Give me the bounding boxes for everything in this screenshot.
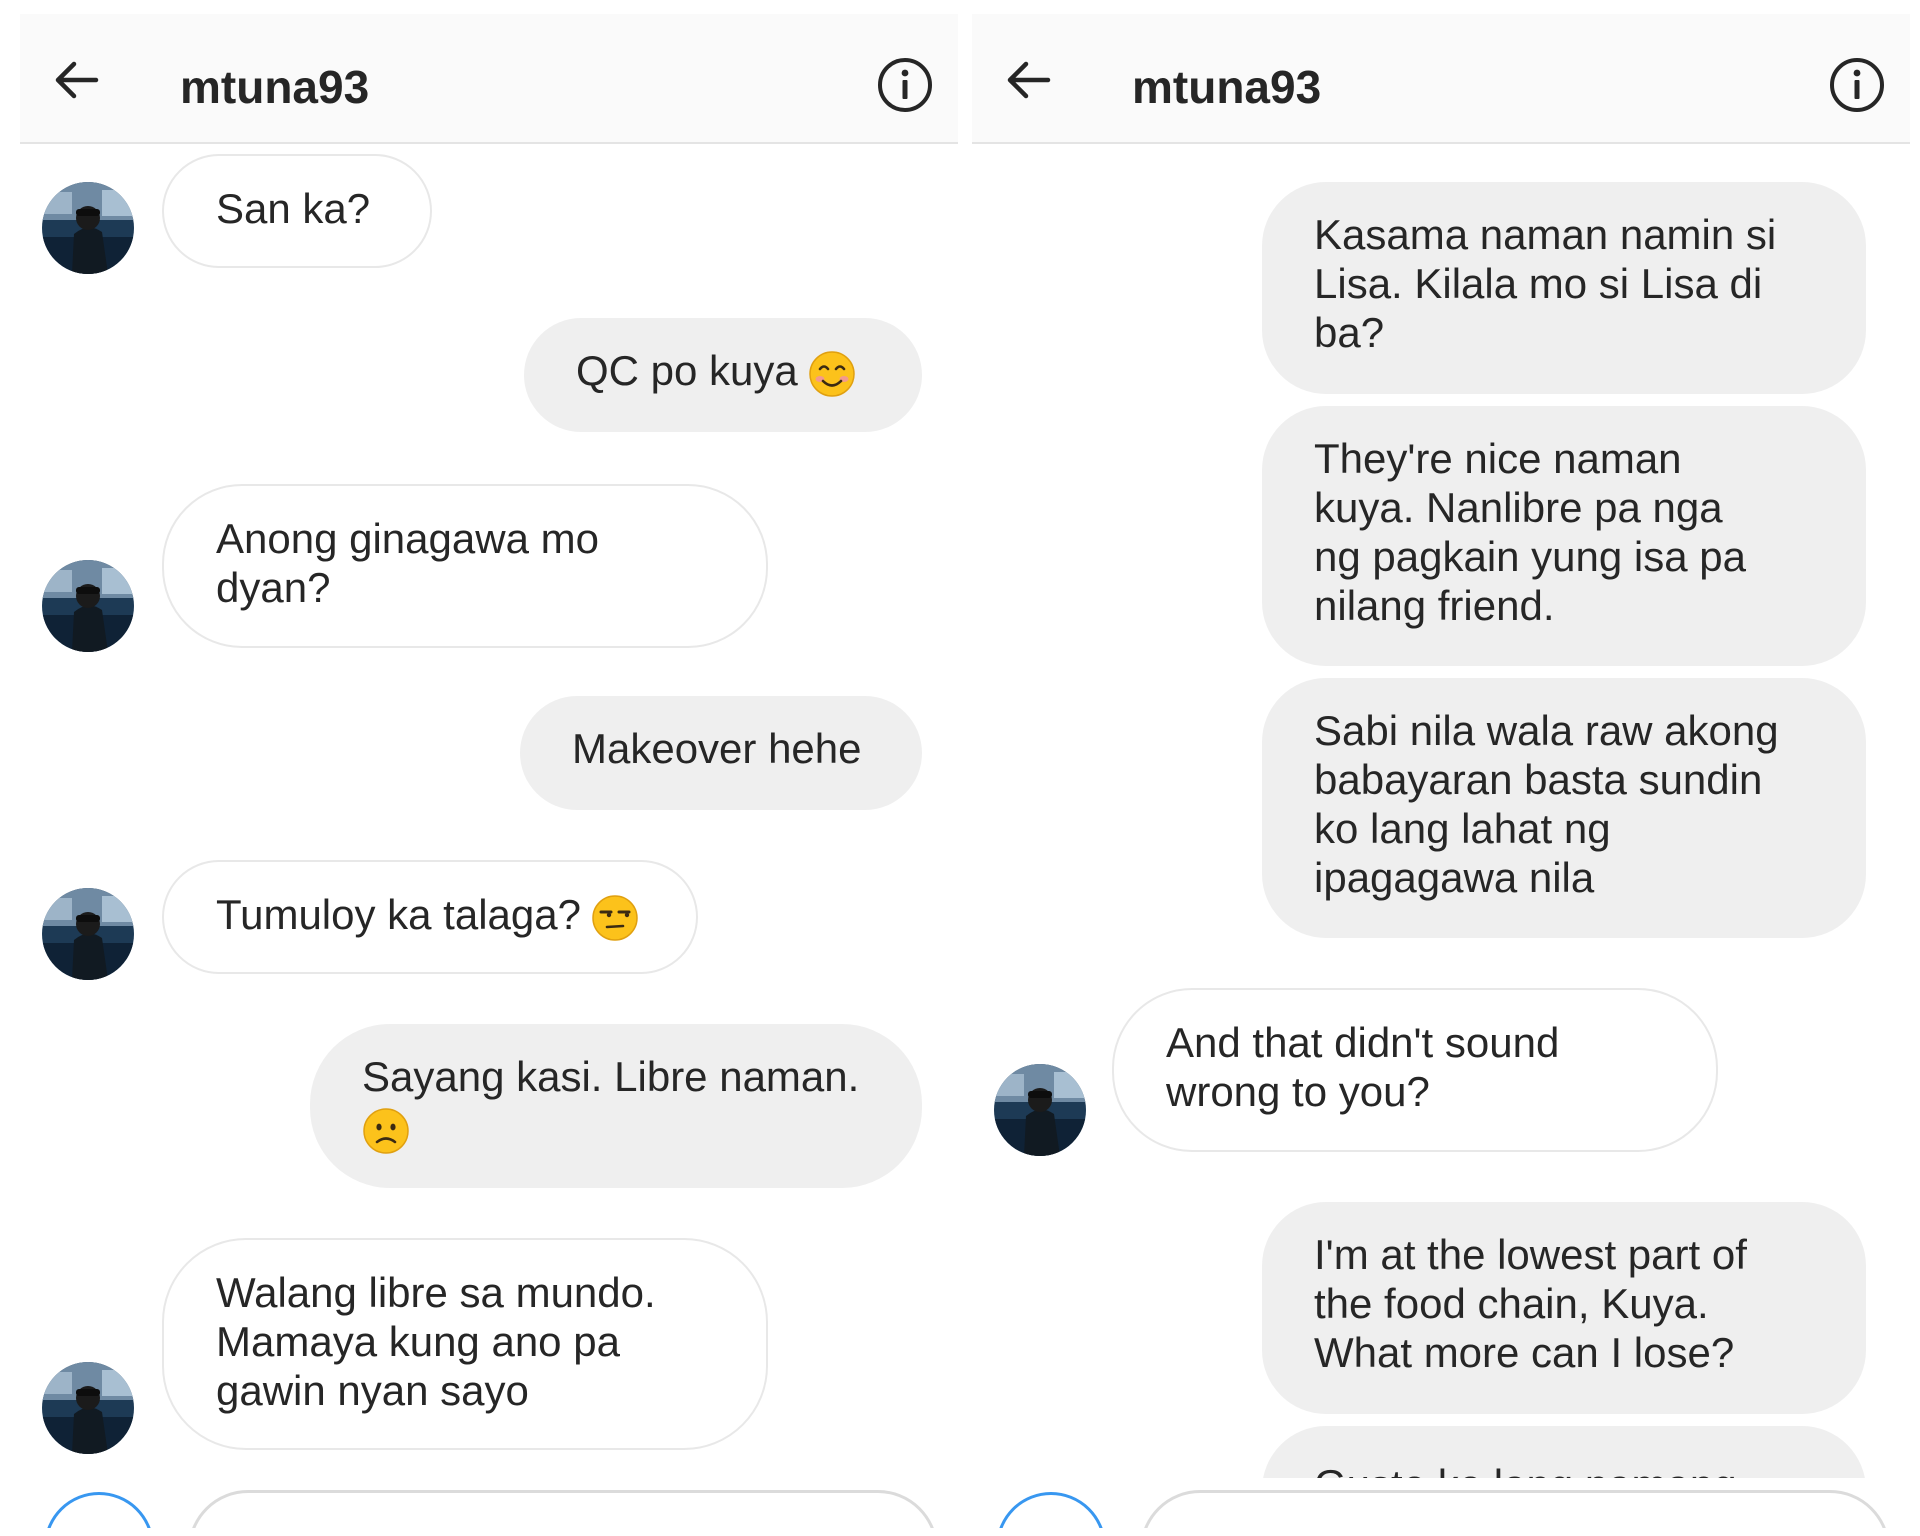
chat-username[interactable]: mtuna93: [180, 60, 369, 114]
message-text: Gusto ko lang namang: [1314, 1461, 1737, 1478]
message-clip: Gusto ko lang namang: [1262, 1426, 1866, 1478]
camera-button[interactable]: [44, 1492, 154, 1528]
message-bubble-incoming: Walang libre sa mundo. Mamaya kung ano p…: [162, 1238, 768, 1450]
camera-button[interactable]: [996, 1492, 1106, 1528]
message-text: And that didn't sound wrong to you?: [1166, 1019, 1560, 1115]
back-arrow-icon[interactable]: [50, 54, 102, 106]
message-input[interactable]: [188, 1490, 938, 1528]
message-text: Tumuloy ka talaga?: [216, 891, 581, 938]
message-bubble-incoming: And that didn't sound wrong to you?: [1112, 988, 1718, 1152]
avatar[interactable]: [42, 888, 134, 980]
chat-panel-right: mtuna93 Kasama naman namin si Lisa. Kila…: [972, 0, 1910, 1536]
info-icon[interactable]: [876, 56, 934, 114]
message-text: QC po kuya: [576, 347, 798, 394]
message-text: Sayang kasi. Libre naman.: [362, 1053, 860, 1100]
message-text: I'm at the lowest part of the food chain…: [1314, 1231, 1747, 1376]
message-text: Sabi nila wala raw akong babayaran basta…: [1314, 707, 1779, 901]
message-text: They're nice naman kuya. Nanlibre pa nga…: [1314, 435, 1746, 629]
smiling-face-icon: [808, 350, 856, 398]
avatar[interactable]: [42, 1362, 134, 1454]
message-bubble-incoming: Anong ginagawa mo dyan?: [162, 484, 768, 648]
message-input[interactable]: [1140, 1490, 1890, 1528]
chat-panel-left: mtuna93 San ka? QC po kuya Anong ginagaw…: [20, 0, 958, 1536]
message-bubble-outgoing: Kasama naman namin si Lisa. Kilala mo si…: [1262, 182, 1866, 394]
avatar[interactable]: [42, 560, 134, 652]
message-bubble-outgoing: Sayang kasi. Libre naman.: [310, 1024, 922, 1188]
message-bubble-outgoing: Makeover hehe: [520, 696, 922, 810]
frowning-face-icon: [362, 1107, 410, 1155]
chat-username[interactable]: mtuna93: [1132, 60, 1321, 114]
avatar[interactable]: [994, 1064, 1086, 1156]
message-text: Walang libre sa mundo. Mamaya kung ano p…: [216, 1269, 656, 1414]
message-bubble-outgoing: Gusto ko lang namang: [1262, 1426, 1866, 1478]
message-bubble-outgoing: They're nice naman kuya. Nanlibre pa nga…: [1262, 406, 1866, 666]
message-composer: [20, 1478, 958, 1528]
message-bubble-incoming: San ka?: [162, 154, 432, 268]
message-composer: [972, 1478, 1910, 1528]
chat-header: mtuna93: [20, 14, 958, 144]
chat-header: mtuna93: [972, 14, 1910, 144]
message-bubble-incoming: Tumuloy ka talaga?: [162, 860, 698, 974]
avatar[interactable]: [42, 182, 134, 274]
message-text: San ka?: [216, 185, 371, 232]
back-arrow-icon[interactable]: [1002, 54, 1054, 106]
unamused-face-icon: [591, 894, 639, 942]
message-bubble-outgoing: Sabi nila wala raw akong babayaran basta…: [1262, 678, 1866, 938]
info-icon[interactable]: [1828, 56, 1886, 114]
message-bubble-outgoing: QC po kuya: [524, 318, 922, 432]
message-text: Makeover hehe: [572, 725, 862, 772]
message-text: Anong ginagawa mo dyan?: [216, 515, 599, 611]
message-text: Kasama naman namin si Lisa. Kilala mo si…: [1314, 211, 1777, 356]
message-bubble-outgoing: I'm at the lowest part of the food chain…: [1262, 1202, 1866, 1414]
